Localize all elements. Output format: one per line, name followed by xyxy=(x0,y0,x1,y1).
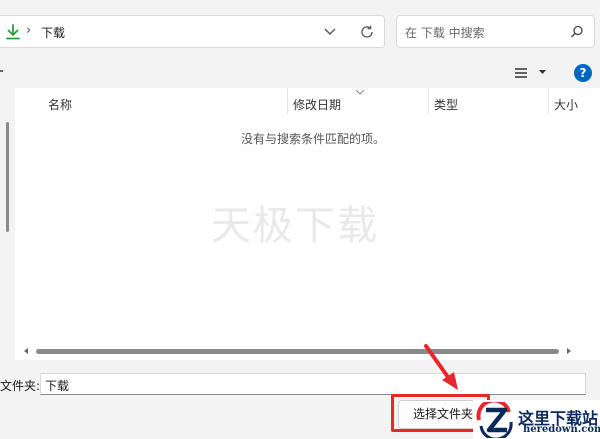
scroll-left-icon[interactable] xyxy=(22,347,30,355)
help-button[interactable]: ? xyxy=(574,64,592,82)
site-logo-mark-icon xyxy=(476,402,513,438)
column-header-date[interactable]: 修改日期 xyxy=(293,96,341,113)
view-menu-icon[interactable] xyxy=(514,66,528,80)
search-box[interactable] xyxy=(396,15,595,48)
column-separator[interactable] xyxy=(428,88,429,114)
folder-label: 文件夹: xyxy=(0,379,41,393)
search-icon[interactable] xyxy=(570,25,584,39)
vertical-scrollbar-thumb[interactable] xyxy=(6,122,9,232)
breadcrumb-separator: › xyxy=(26,23,32,38)
column-separator[interactable] xyxy=(548,88,549,114)
download-icon xyxy=(6,24,20,40)
toolbar-edge-dot xyxy=(0,70,3,72)
column-header-type[interactable]: 类型 xyxy=(434,96,458,113)
chevron-down-icon[interactable] xyxy=(323,27,337,37)
column-header-name[interactable]: 名称 xyxy=(48,96,72,113)
file-list[interactable]: 名称 修改日期 类型 大小 没有与搜索条件匹配的项。 天极下载 xyxy=(15,88,600,360)
horizontal-scrollbar-thumb[interactable] xyxy=(36,349,559,354)
watermark-text: 天极下载 xyxy=(211,203,379,249)
site-logo-domain: heredown.com xyxy=(523,424,600,435)
search-input[interactable] xyxy=(403,23,567,43)
column-separator[interactable] xyxy=(287,88,288,114)
scroll-right-icon[interactable] xyxy=(565,347,573,355)
red-arrow-annotation xyxy=(424,344,458,390)
column-header-size[interactable]: 大小 xyxy=(554,96,578,113)
breadcrumb-current-folder[interactable]: 下载 xyxy=(41,24,65,41)
address-bar[interactable]: › 下载 xyxy=(0,15,385,48)
empty-message: 没有与搜索条件匹配的项。 xyxy=(241,132,386,146)
refresh-icon[interactable] xyxy=(358,23,376,41)
view-dropdown-icon[interactable] xyxy=(538,69,547,75)
sort-chevron-icon xyxy=(355,89,365,95)
folder-input[interactable]: 下载 xyxy=(40,373,586,395)
